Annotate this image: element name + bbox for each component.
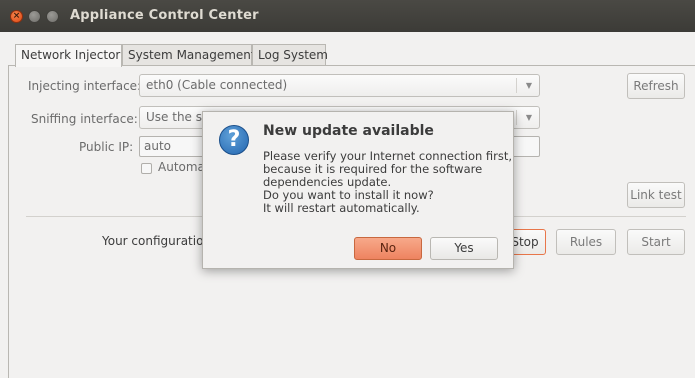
chevron-down-icon: ▼: [525, 113, 532, 122]
update-dialog: ? New update available Please verify you…: [202, 111, 514, 269]
configuration-label: Your configuration: [102, 234, 212, 248]
dialog-message-line: It will restart automatically.: [263, 201, 420, 215]
tab-system-management[interactable]: System Management: [122, 44, 256, 66]
close-window-button[interactable]: ×: [10, 10, 23, 23]
injecting-interface-label: Injecting interface:: [28, 79, 142, 93]
combo-separator: [516, 78, 517, 93]
automatic-checkbox[interactable]: [141, 163, 152, 174]
app-window: × Appliance Control Center Network Injec…: [0, 0, 695, 378]
injecting-interface-value: eth0 (Cable connected): [146, 78, 288, 92]
maximize-window-button[interactable]: [46, 10, 59, 23]
tab-log-system[interactable]: Log System: [252, 44, 328, 66]
no-button[interactable]: No: [354, 237, 422, 260]
sniffing-interface-value: Use the sa: [146, 110, 210, 124]
refresh-button[interactable]: Refresh: [627, 73, 685, 99]
question-icon: ?: [219, 125, 249, 155]
sniffing-interface-label: Sniffing interface:: [31, 112, 138, 126]
dialog-message: Please verify your Internet connection f…: [263, 150, 513, 215]
chevron-down-icon: ▼: [525, 81, 532, 90]
link-test-button[interactable]: Link test: [627, 182, 685, 208]
minimize-window-button[interactable]: [28, 10, 41, 23]
injecting-interface-select[interactable]: eth0 (Cable connected) ▼: [139, 74, 540, 97]
dialog-title: New update available: [263, 123, 434, 139]
tab-network-injector[interactable]: Network Injector: [15, 44, 122, 67]
yes-button[interactable]: Yes: [430, 237, 498, 260]
window-title: Appliance Control Center: [70, 8, 259, 23]
start-button[interactable]: Start: [627, 229, 685, 255]
combo-separator: [516, 110, 517, 125]
close-icon: ×: [12, 11, 21, 21]
title-bar: × Appliance Control Center: [0, 0, 695, 32]
public-ip-label: Public IP:: [79, 140, 134, 154]
rules-button[interactable]: Rules: [556, 229, 616, 255]
